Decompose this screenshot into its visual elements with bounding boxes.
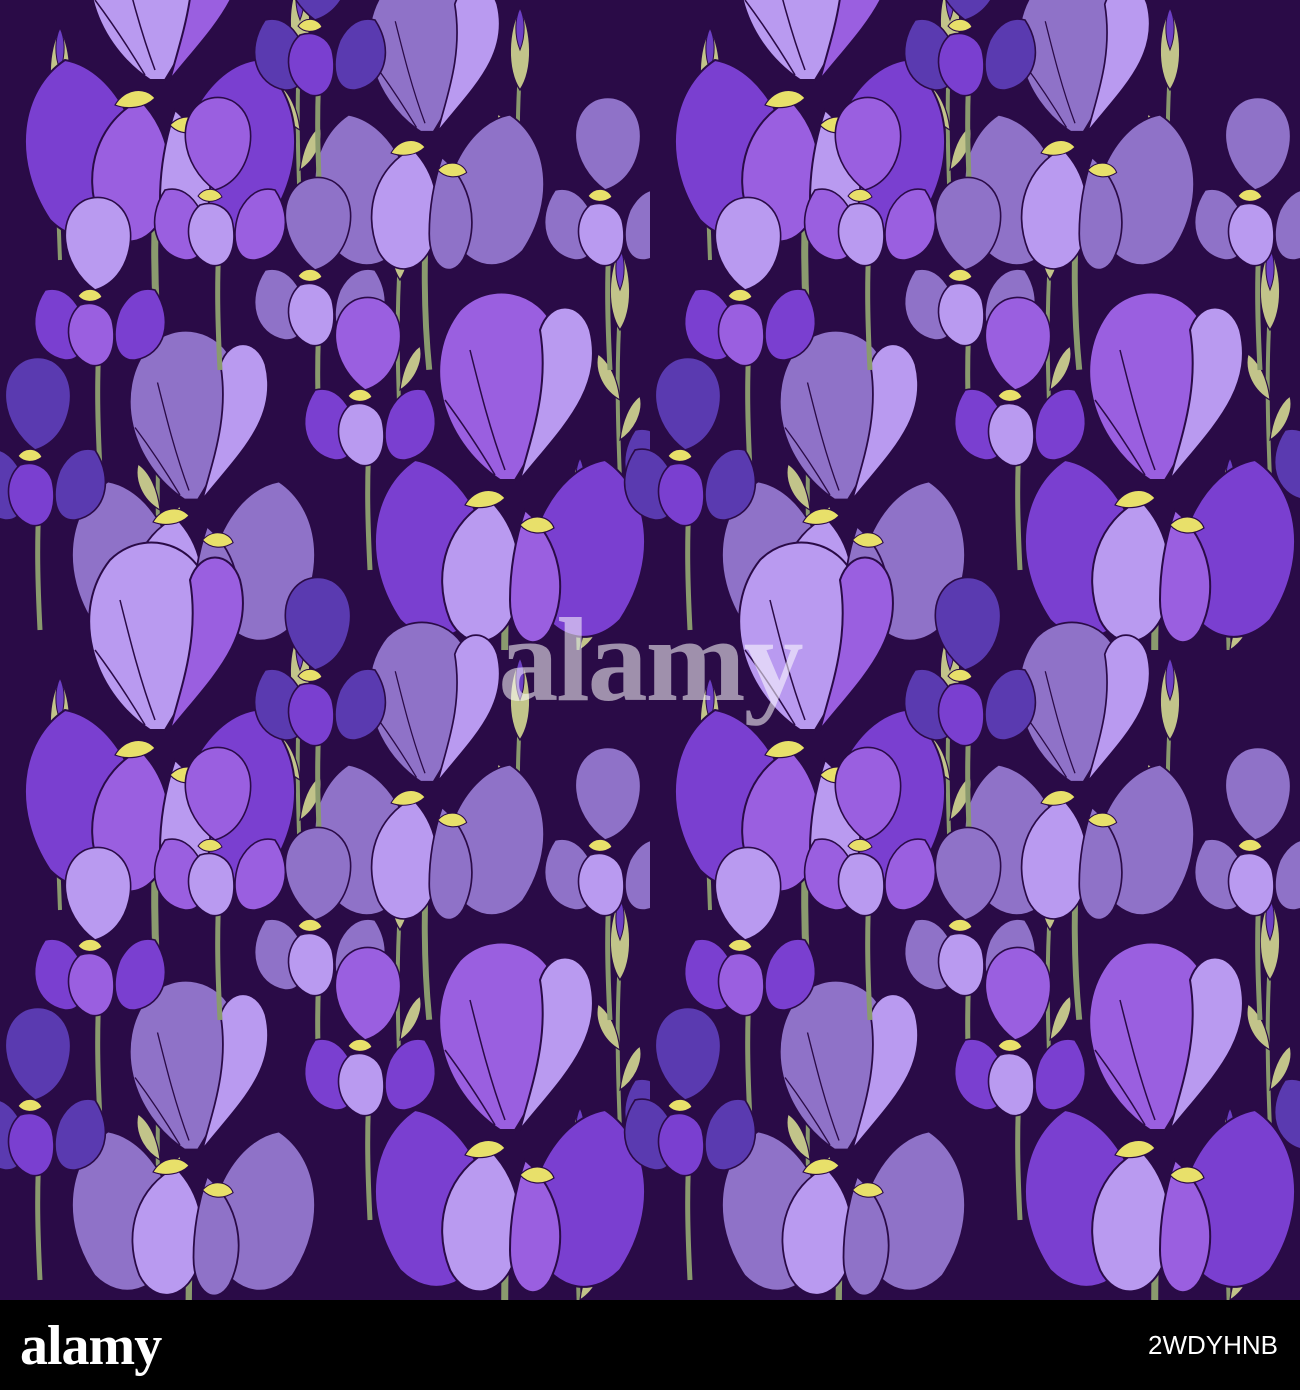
iris-pattern-image	[0, 0, 1300, 1300]
brand-logo: alamy	[20, 1315, 162, 1377]
stock-image-id: 2WDYHNB	[1147, 1330, 1278, 1360]
stock-footer-bar: alamy 2WDYHNB	[0, 1300, 1300, 1390]
stock-image-frame: alamy alamy 2WDYHNB	[0, 0, 1300, 1390]
